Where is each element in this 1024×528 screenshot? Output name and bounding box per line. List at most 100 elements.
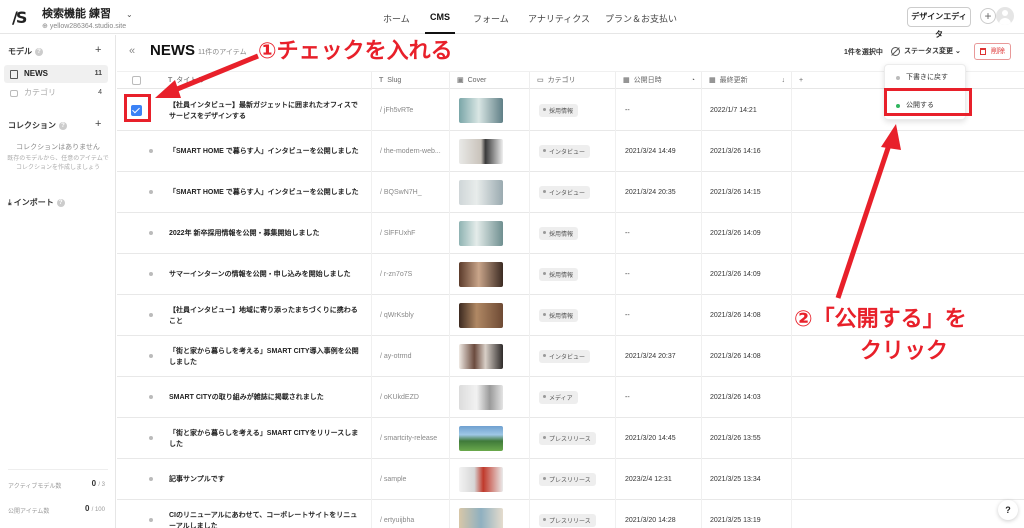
cell-slug: / ertyuijbha bbox=[372, 500, 450, 528]
active-models-value: 0 / 3 bbox=[91, 479, 105, 488]
menu-item-revert-draft[interactable]: 下書きに戻す bbox=[885, 68, 967, 88]
sidebar-item-label: NEWS bbox=[24, 69, 48, 78]
cell-updated: 2021/3/26 14:09 bbox=[702, 213, 792, 254]
cell-cover bbox=[450, 172, 530, 213]
cell-title: 2022年 新卒採用情報を公開・募集開始しました bbox=[161, 213, 372, 254]
table-row[interactable]: CIのリニューアルにあわせて、コーポレートサイトをリニューアルしました / er… bbox=[117, 500, 1024, 528]
avatar[interactable] bbox=[996, 7, 1014, 25]
cover-thumbnail bbox=[459, 467, 503, 492]
nav-tab-form[interactable]: フォーム bbox=[473, 12, 509, 25]
top-bar: /S 検索機能 練習 ⊕ yellow286364.studio.site ⌄ … bbox=[0, 0, 1024, 39]
help-icon[interactable]: ? bbox=[56, 198, 65, 207]
studio-logo[interactable]: /S bbox=[12, 8, 27, 27]
collections-heading: コレクション? bbox=[8, 120, 67, 131]
cell-cover bbox=[450, 500, 530, 528]
sidebar-item-category[interactable]: カテゴリ 4 bbox=[4, 84, 108, 102]
cell-updated: 2021/3/26 14:08 bbox=[702, 295, 792, 336]
cell-category: プレスリリース bbox=[530, 418, 616, 459]
add-member-button[interactable]: + bbox=[980, 8, 996, 24]
project-switcher[interactable]: 検索機能 練習 ⊕ yellow286364.studio.site ⌄ bbox=[42, 5, 133, 30]
add-model-button[interactable]: + bbox=[95, 44, 101, 56]
column-updated[interactable]: ▦ 最終更新 ↓ bbox=[702, 72, 792, 90]
cell-published: 2021/3/20 14:28 bbox=[616, 500, 702, 528]
cell-category: 採用情報 bbox=[530, 254, 616, 295]
cell-title: CIのリニューアルにあわせて、コーポレートサイトをリニューアルしました bbox=[161, 500, 372, 528]
sidebar-item-news[interactable]: NEWS 11 bbox=[4, 65, 108, 83]
collections-empty-text: コレクションはありません bbox=[16, 144, 100, 151]
help-button[interactable]: ? bbox=[998, 500, 1018, 520]
nav-tab-analytics[interactable]: アナリティクス bbox=[528, 12, 590, 25]
divider bbox=[8, 469, 108, 470]
cell-updated: 2021/3/26 14:08 bbox=[702, 336, 792, 377]
table-row[interactable]: サマーインターンの情報を公開・申し込みを開始しました / r-zn7o7S 採用… bbox=[117, 254, 1024, 295]
import-button[interactable]: ⤓ インポート? bbox=[8, 197, 65, 208]
sort-arrow-icon[interactable]: ↓ bbox=[782, 72, 786, 90]
cell-slug: / BQSwN7H_ bbox=[372, 172, 450, 213]
sidebar-item-count: 11 bbox=[94, 70, 102, 77]
status-dot-icon bbox=[149, 518, 153, 522]
delete-button[interactable]: 削除 bbox=[974, 43, 1011, 60]
help-icon[interactable]: ? bbox=[35, 47, 43, 56]
status-dot-icon bbox=[149, 313, 153, 317]
status-dot-icon bbox=[149, 272, 153, 276]
cell-title: 「SMART HOME で暮らす人」インタビューを公開しました bbox=[161, 172, 372, 213]
cover-thumbnail bbox=[459, 98, 503, 123]
cell-category: メディア bbox=[530, 377, 616, 418]
cell-title: 記事サンプルです bbox=[161, 459, 372, 500]
add-collection-button[interactable]: + bbox=[95, 118, 101, 130]
column-category[interactable]: ▭ カテゴリ bbox=[530, 72, 616, 90]
sidebar: モデル? + NEWS 11 カテゴリ 4 コレクション? + コレクションはあ… bbox=[0, 35, 116, 528]
nav-tab-home[interactable]: ホーム bbox=[383, 12, 410, 25]
column-cover[interactable]: ▣ Cover bbox=[450, 72, 530, 90]
table-row[interactable]: 2022年 新卒採用情報を公開・募集開始しました / SlFFUxhF 採用情報… bbox=[117, 213, 1024, 254]
collapse-sidebar-icon[interactable]: « bbox=[129, 45, 135, 57]
select-all-checkbox[interactable] bbox=[132, 76, 141, 85]
models-heading: モデル? bbox=[8, 46, 43, 57]
nav-tab-cms[interactable]: CMS bbox=[430, 12, 450, 22]
cover-thumbnail bbox=[459, 180, 503, 205]
status-icon bbox=[891, 47, 900, 56]
cell-slug: / qWrKsbly bbox=[372, 295, 450, 336]
published-items-label: 公開アイテム数 bbox=[8, 509, 50, 515]
column-published[interactable]: ▦ 公開日時 ◔ bbox=[616, 72, 702, 90]
table-row[interactable]: 「SMART HOME で暮らす人」インタビューを公開しました / BQSwN7… bbox=[117, 172, 1024, 213]
cell-slug: / sample bbox=[372, 459, 450, 500]
table-row[interactable]: SMART CITYの取り組みが雑誌に掲載されました / oKUkdEZD メデ… bbox=[117, 377, 1024, 418]
cell-cover bbox=[450, 254, 530, 295]
cell-published: -- bbox=[616, 295, 702, 336]
column-slug[interactable]: T Slug bbox=[372, 72, 450, 90]
add-column-button[interactable]: + bbox=[792, 72, 822, 90]
status-change-button[interactable]: ステータス変更 ⌄ bbox=[887, 43, 971, 60]
nav-tab-plan[interactable]: プラン＆お支払い bbox=[605, 12, 677, 25]
chevron-down-icon: ⌄ bbox=[126, 10, 133, 19]
design-editor-button[interactable]: デザインエディタ bbox=[907, 7, 971, 39]
cell-updated: 2021/3/26 13:55 bbox=[702, 418, 792, 459]
status-dot-icon bbox=[896, 76, 900, 80]
cell-updated: 2021/3/26 14:09 bbox=[702, 254, 792, 295]
project-domain: ⊕ yellow286364.studio.site bbox=[42, 23, 127, 30]
checkbox-highlight-box bbox=[124, 94, 151, 122]
cover-thumbnail bbox=[459, 508, 503, 528]
status-dot-icon bbox=[149, 436, 153, 440]
clock-icon: ◔ bbox=[690, 77, 695, 84]
cell-published: 2021/3/24 20:37 bbox=[616, 336, 702, 377]
table-row[interactable]: 記事サンプルです / sample プレスリリース 2023/2/4 12:31… bbox=[117, 459, 1024, 500]
cell-published: 2021/3/24 20:35 bbox=[616, 172, 702, 213]
cell-updated: 2021/3/25 13:19 bbox=[702, 500, 792, 528]
cell-cover bbox=[450, 459, 530, 500]
cell-cover bbox=[450, 131, 530, 172]
collections-hint: 既存のモデルから、任意のアイテムで コレクションを作成しましょう bbox=[7, 156, 109, 171]
cover-thumbnail bbox=[459, 139, 503, 164]
cell-slug: / jFh5vRTe bbox=[372, 90, 450, 131]
cell-published: 2023/2/4 12:31 bbox=[616, 459, 702, 500]
trash-icon bbox=[980, 48, 986, 55]
table-row[interactable]: 「街と家から暮らしを考える」SMART CITYをリリースしました / smar… bbox=[117, 418, 1024, 459]
cell-updated: 2021/3/26 14:03 bbox=[702, 377, 792, 418]
sidebar-item-label: カテゴリ bbox=[24, 88, 56, 97]
help-icon[interactable]: ? bbox=[59, 121, 67, 130]
table-row[interactable]: 「SMART HOME で暮らす人」インタビューを公開しました / the-mo… bbox=[117, 131, 1024, 172]
cell-cover bbox=[450, 377, 530, 418]
active-models-label: アクティブモデル数 bbox=[8, 484, 62, 490]
column-title[interactable]: T タイトル bbox=[161, 72, 372, 90]
cell-category: 採用情報 bbox=[530, 295, 616, 336]
